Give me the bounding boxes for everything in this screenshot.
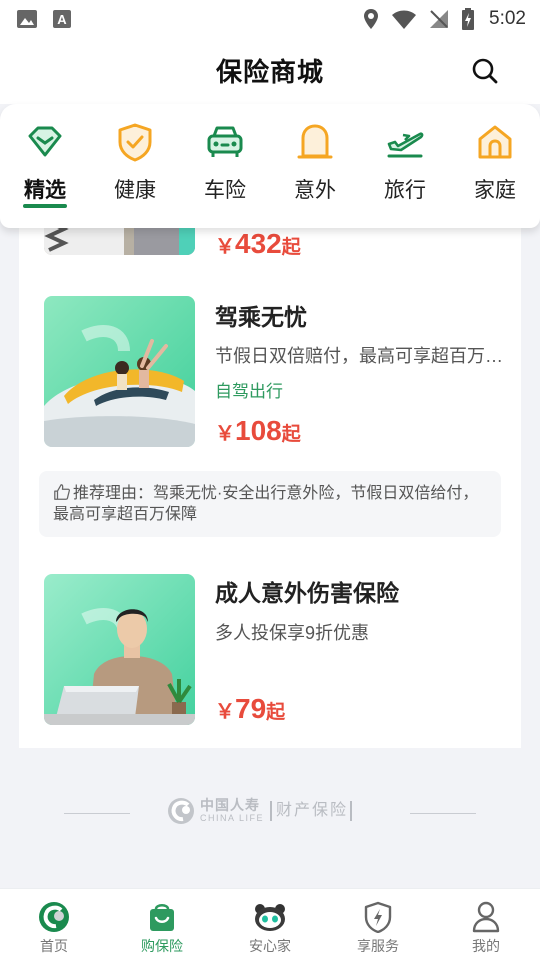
nav-profile[interactable]: 我的: [432, 889, 540, 960]
shield-check-icon: [118, 123, 152, 162]
divider: [410, 813, 476, 814]
product-description: 多人投保享9折优惠: [215, 623, 370, 643]
battery-charging-icon: [462, 8, 475, 30]
car-icon: [207, 126, 243, 157]
tab-featured[interactable]: 精选: [0, 104, 90, 228]
tab-travel[interactable]: 旅行: [360, 104, 450, 228]
tab-family[interactable]: 家庭: [450, 104, 540, 228]
svg-text:A: A: [57, 12, 67, 27]
nav-anxin-home[interactable]: 安心家: [216, 889, 324, 960]
product-price: ￥432起: [215, 228, 301, 259]
nav-label: 享服务: [357, 938, 399, 954]
plane-icon: [387, 132, 424, 158]
product-price: ￥79起: [215, 693, 286, 724]
category-tabs: 精选 健康 车险 意外 旅行 家庭: [0, 104, 540, 228]
product-price: ￥108起: [215, 415, 301, 446]
divider: [64, 813, 130, 814]
panda-icon: [255, 904, 285, 931]
keyboard-a-icon: A: [53, 10, 71, 28]
search-button[interactable]: [470, 56, 500, 86]
location-icon: [364, 9, 379, 29]
tab-label: 旅行: [384, 179, 426, 202]
wifi-icon: [392, 10, 417, 29]
product-card-partial[interactable]: ￥432起: [19, 228, 521, 268]
product-thumbnail: [44, 574, 195, 725]
product-card[interactable]: 成人意外伤害保险 多人投保享9折优惠 ￥79起: [19, 574, 521, 734]
nav-label: 安心家: [249, 938, 291, 954]
page-title: 保险商城: [215, 57, 324, 87]
product-list: ￥432起 驾乘无忧 节假日双倍赔付，最高可享超百万保障 自驾出行 ￥108起 …: [19, 228, 521, 748]
product-thumbnail: [44, 228, 195, 255]
tab-active-indicator: [23, 204, 67, 208]
tab-label: 精选: [24, 179, 66, 202]
product-tag: 自驾出行: [215, 382, 283, 401]
product-title: 成人意外伤害保险: [215, 580, 399, 606]
nav-label: 我的: [472, 938, 500, 954]
status-bar: A 5:02: [0, 0, 540, 38]
diamond-icon: [28, 126, 62, 157]
header: 保险商城: [0, 38, 540, 104]
thumbs-up-icon: [54, 484, 71, 500]
recommend-text: 推荐理由：驾乘无忧·安全出行意外险，节假日双倍给付，最高可享超百万保障: [53, 485, 479, 523]
bell-arch-icon: [297, 124, 333, 159]
status-time: 5:02: [489, 8, 526, 29]
footer-brand: 中国人寿 CHINA LIFE 财产保险: [0, 796, 540, 832]
product-card[interactable]: 驾乘无忧 节假日双倍赔付，最高可享超百万保障 自驾出行 ￥108起: [19, 296, 521, 456]
shield-bolt-icon: [364, 901, 392, 933]
recommend-reason: 推荐理由：驾乘无忧·安全出行意外险，节假日双倍给付，最高可享超百万保障: [39, 471, 501, 537]
product-title: 驾乘无忧: [215, 304, 307, 330]
tab-auto[interactable]: 车险: [180, 104, 270, 228]
bottom-nav: 首页 购保险 安心家 享服务 我的: [0, 888, 540, 960]
brand-logo: 中国人寿 CHINA LIFE 财产保险: [166, 796, 353, 826]
nav-services[interactable]: 享服务: [324, 889, 432, 960]
tab-health[interactable]: 健康: [90, 104, 180, 228]
nav-buy-insurance[interactable]: 购保险: [108, 889, 216, 960]
tab-label: 意外: [294, 179, 336, 202]
tab-label: 车险: [204, 179, 246, 202]
image-icon: [17, 10, 37, 28]
nav-label: 首页: [40, 938, 68, 954]
product-description: 节假日双倍赔付，最高可享超百万保障: [215, 346, 515, 366]
china-life-logo-icon: [168, 798, 194, 824]
home-icon: [478, 125, 512, 159]
nav-label: 购保险: [141, 938, 183, 954]
no-signal-icon: [430, 10, 449, 28]
tab-accident[interactable]: 意外: [270, 104, 360, 228]
user-icon: [472, 901, 500, 933]
product-thumbnail: [44, 296, 195, 447]
brand-name-cn: 中国人寿: [200, 797, 260, 813]
brand-name-en: CHINA LIFE: [200, 813, 265, 823]
shopping-bag-icon: [150, 904, 174, 931]
tab-label: 健康: [114, 179, 156, 202]
tab-label: 家庭: [474, 179, 516, 202]
nav-home[interactable]: 首页: [0, 889, 108, 960]
home-logo-icon: [39, 902, 69, 932]
search-icon: [472, 58, 498, 84]
brand-subtitle: 财产保险: [270, 801, 353, 821]
